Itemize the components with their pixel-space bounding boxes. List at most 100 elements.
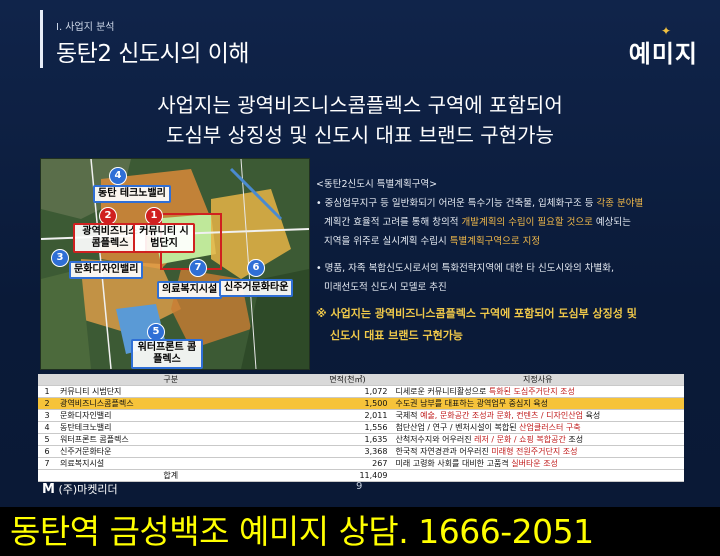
headline-line-1: 사업지는 광역비즈니스콤플렉스 구역에 포함되어 xyxy=(157,93,563,117)
reason-highlight: 산업클러스터 구축 xyxy=(519,423,581,432)
map-label-medical-welfare: 의료복지시설 xyxy=(157,281,223,299)
reason-highlight: 특화된 도심주거단지 조성 xyxy=(488,387,575,396)
row-area: 1,072 xyxy=(303,385,392,398)
row-reason: 산척저수지와 어우러진 레저 / 문화 / 쇼핑 복합공간 조성 xyxy=(391,433,684,446)
map-badge-3: 3 xyxy=(51,249,69,267)
reason-text: 수도권 남부를 대표하는 광역업무 중심지 육성 xyxy=(395,399,549,408)
table-row: 6 신주거문화타운 3,368 한국적 자연경관과 어우러진 미래형 전원주거단… xyxy=(38,445,684,458)
info-bullet-1-line-3: 지역을 위주로 실시계획 수립시 특별계획구역으로 지정 xyxy=(316,232,686,251)
map-badge-7: 7 xyxy=(189,259,207,277)
reason-text: 산척저수지와 어우러진 xyxy=(395,435,475,444)
site-map: 4 동탄 테크노밸리 2 광역비즈니스 콤플렉스 1 커뮤니티 시범단지 3 문… xyxy=(40,158,310,370)
total-label: 합계 xyxy=(38,469,304,482)
row-name: 문화디자인밸리 xyxy=(56,409,304,422)
contact-banner: 동탄역 금성백조 예미지 상담. 1666-2051 xyxy=(0,507,720,556)
map-label-community-pilot: 커뮤니티 시범단지 xyxy=(133,223,195,253)
map-badge-4: 4 xyxy=(109,167,127,185)
info-note-line-2: 신도시 대표 브랜드 구현가능 xyxy=(330,329,463,342)
table-header-reason: 지정사유 xyxy=(391,374,684,386)
page-number: 9 xyxy=(356,481,363,492)
row-reason: 수도권 남부를 대표하는 광역업무 중심지 육성 xyxy=(391,397,684,410)
table-row: 3 문화디자인밸리 2,011 국제적 예술, 문화공간 조성과 문화, 컨텐츠… xyxy=(38,409,684,422)
section-label: Ⅰ. 사업지 분석 xyxy=(56,22,115,33)
table-row: 1 커뮤니티 시범단지 1,072 디세로운 커뮤니티활성으로 특화된 도심주거… xyxy=(38,385,684,398)
row-index: 1 xyxy=(38,385,56,398)
row-index: 2 xyxy=(38,397,56,410)
table-header-row: 구분 면적(천㎡) 지정사유 xyxy=(38,374,684,386)
total-area: 11,409 xyxy=(303,469,392,482)
header-accent-bar xyxy=(40,10,43,68)
row-area: 267 xyxy=(303,457,392,470)
reason-text: 미래 고령화 사회를 대비한 고품격 xyxy=(395,459,512,468)
info-b1-text-d: 지역을 위주로 실시계획 수립시 xyxy=(324,236,450,247)
map-label-new-residential-town: 신주거문화타운 xyxy=(219,279,294,297)
row-area: 3,368 xyxy=(303,445,392,458)
reason-text: 디세로운 커뮤니티활성으로 xyxy=(395,387,489,396)
row-name: 신주거문화타운 xyxy=(56,445,304,458)
headline: 사업지는 광역비즈니스콤플렉스 구역에 포함되어 도심부 상징성 및 신도시 대… xyxy=(0,90,720,150)
info-bullet-1: • 중심업무지구 등 일반화되기 어려운 특수기능 건축물, 입체화구조 등 각… xyxy=(316,198,644,209)
reason-highlight: 미래형 전원주거단지 조성 xyxy=(491,447,578,456)
info-b1-highlight-3: 특별계획구역으로 지정 xyxy=(449,236,541,247)
row-name: 커뮤니티 시범단지 xyxy=(56,385,304,398)
table-row: 7 의료복지시설 267 미래 고령화 사회를 대비한 고품격 실버타운 조성 xyxy=(38,457,684,470)
table-row: 4 동탄테크노밸리 1,556 첨단산업 / 연구 / 벤처시설이 복합된 산업… xyxy=(38,421,684,434)
brand-star-icon: ✦ xyxy=(660,24,672,38)
row-index: 7 xyxy=(38,457,56,470)
info-bullet-2-line-2: 미래선도적 신도시 모델로 추진 xyxy=(324,282,447,293)
row-name: 광역비즈니스콤플렉스 xyxy=(56,397,304,410)
row-name: 워터프론트 콤플렉스 xyxy=(56,433,304,446)
row-area: 1,635 xyxy=(303,433,392,446)
table-row: 5 워터프론트 콤플렉스 1,635 산척저수지와 어우러진 레저 / 문화 /… xyxy=(38,433,684,446)
row-reason: 국제적 예술, 문화공간 조성과 문화, 컨텐츠 / 디자인산업 육성 xyxy=(391,409,684,422)
footer-company-name: (주)마켓리더 xyxy=(58,483,118,496)
row-area: 1,556 xyxy=(303,421,392,434)
brand-logo: 예미지 ✦ xyxy=(628,24,698,69)
table-row-highlighted: 2 광역비즈니스콤플렉스 1,500 수도권 남부를 대표하는 광역업무 중심지… xyxy=(38,397,684,410)
row-name: 의료복지시설 xyxy=(56,457,304,470)
page-title: 동탄2 신도시의 이해 xyxy=(56,41,250,67)
reason-highlight: 레저 / 문화 / 쇼핑 복합공간 xyxy=(474,435,566,444)
row-index: 4 xyxy=(38,421,56,434)
row-reason: 첨단산업 / 연구 / 벤처시설이 복합된 산업클러스터 구축 xyxy=(391,421,684,434)
info-bullet-1-line-2: 계획간 효율적 고려를 통해 창의적 개발계획의 수립이 필요할 것으로 예상되… xyxy=(316,213,686,232)
info-b1-text-c: 예상되는 xyxy=(592,217,631,228)
info-note-line-1: ※ 사업지는 광역비즈니스콤플렉스 구역에 포함되어 도심부 상징성 및 xyxy=(316,307,637,320)
reason-text: 국제적 xyxy=(395,411,421,420)
row-reason: 디세로운 커뮤니티활성으로 특화된 도심주거단지 조성 xyxy=(391,385,684,398)
table-total-row: 합계 11,409 xyxy=(38,469,684,482)
reason-text: 첨단산업 / 연구 / 벤처시설이 복합된 xyxy=(395,423,520,432)
info-bullet-2: • 명품, 자족 복합신도시로서의 특화전략지역에 대한 타 신도시와의 차별화… xyxy=(316,263,615,274)
row-reason: 한국적 자연경관과 어우러진 미래형 전원주거단지 조성 xyxy=(391,445,684,458)
special-zone-table: 구분 면적(천㎡) 지정사유 1 커뮤니티 시범단지 1,072 디세로운 커뮤… xyxy=(38,374,684,482)
info-b2-text-a: 명품, 자족 복합신도시로서의 특화전략지역에 대한 타 신도시와의 차별화, xyxy=(324,263,615,274)
row-reason: 미래 고령화 사회를 대비한 고품격 실버타운 조성 xyxy=(391,457,684,470)
slide: Ⅰ. 사업지 분석 동탄2 신도시의 이해 예미지 ✦ 사업지는 광역비즈니스콤… xyxy=(0,0,720,507)
slide-header: Ⅰ. 사업지 분석 동탄2 신도시의 이해 예미지 ✦ xyxy=(0,0,720,78)
row-index: 6 xyxy=(38,445,56,458)
headline-line-2: 도심부 상징성 및 신도시 대표 브랜드 구현가능 xyxy=(166,123,554,147)
table-header-category: 구분 xyxy=(38,374,304,386)
map-badge-6: 6 xyxy=(247,259,265,277)
reason-text: 한국적 자연경관과 어우러진 xyxy=(395,447,492,456)
special-zone-info: <동탄2신도시 특별계획구역> • 중심업무지구 등 일반화되기 어려운 특수기… xyxy=(316,175,686,347)
market-leader-icon: M xyxy=(42,482,55,497)
info-b1-highlight-1: 각종 분야별 xyxy=(596,198,644,209)
brand-name: 예미지 xyxy=(628,40,698,68)
reason-text-end: 육성 xyxy=(582,411,601,420)
row-area: 1,500 xyxy=(303,397,392,410)
reason-highlight: 예술, 문화공간 조성과 문화, 컨텐츠 / 디자인산업 xyxy=(420,411,583,420)
info-b1-text-b: 계획간 효율적 고려를 통해 창의적 xyxy=(324,217,462,228)
map-label-techno-valley: 동탄 테크노밸리 xyxy=(93,185,171,203)
info-b1-highlight-2: 개발계획의 수립이 필요할 것으로 xyxy=(461,217,593,228)
map-label-culture-design-valley: 문화디자인밸리 xyxy=(69,261,144,279)
reason-text-end: 조성 xyxy=(565,435,584,444)
row-index: 5 xyxy=(38,433,56,446)
row-name: 동탄테크노밸리 xyxy=(56,421,304,434)
reason-highlight: 실버타운 조성 xyxy=(511,459,558,468)
info-heading: <동탄2신도시 특별계획구역> xyxy=(316,179,438,190)
total-reason-empty xyxy=(391,469,684,482)
info-b1-text-a: 중심업무지구 등 일반화되기 어려운 특수기능 건축물, 입체화구조 등 xyxy=(324,198,597,209)
row-index: 3 xyxy=(38,409,56,422)
table-header-area: 면적(천㎡) xyxy=(303,374,392,386)
